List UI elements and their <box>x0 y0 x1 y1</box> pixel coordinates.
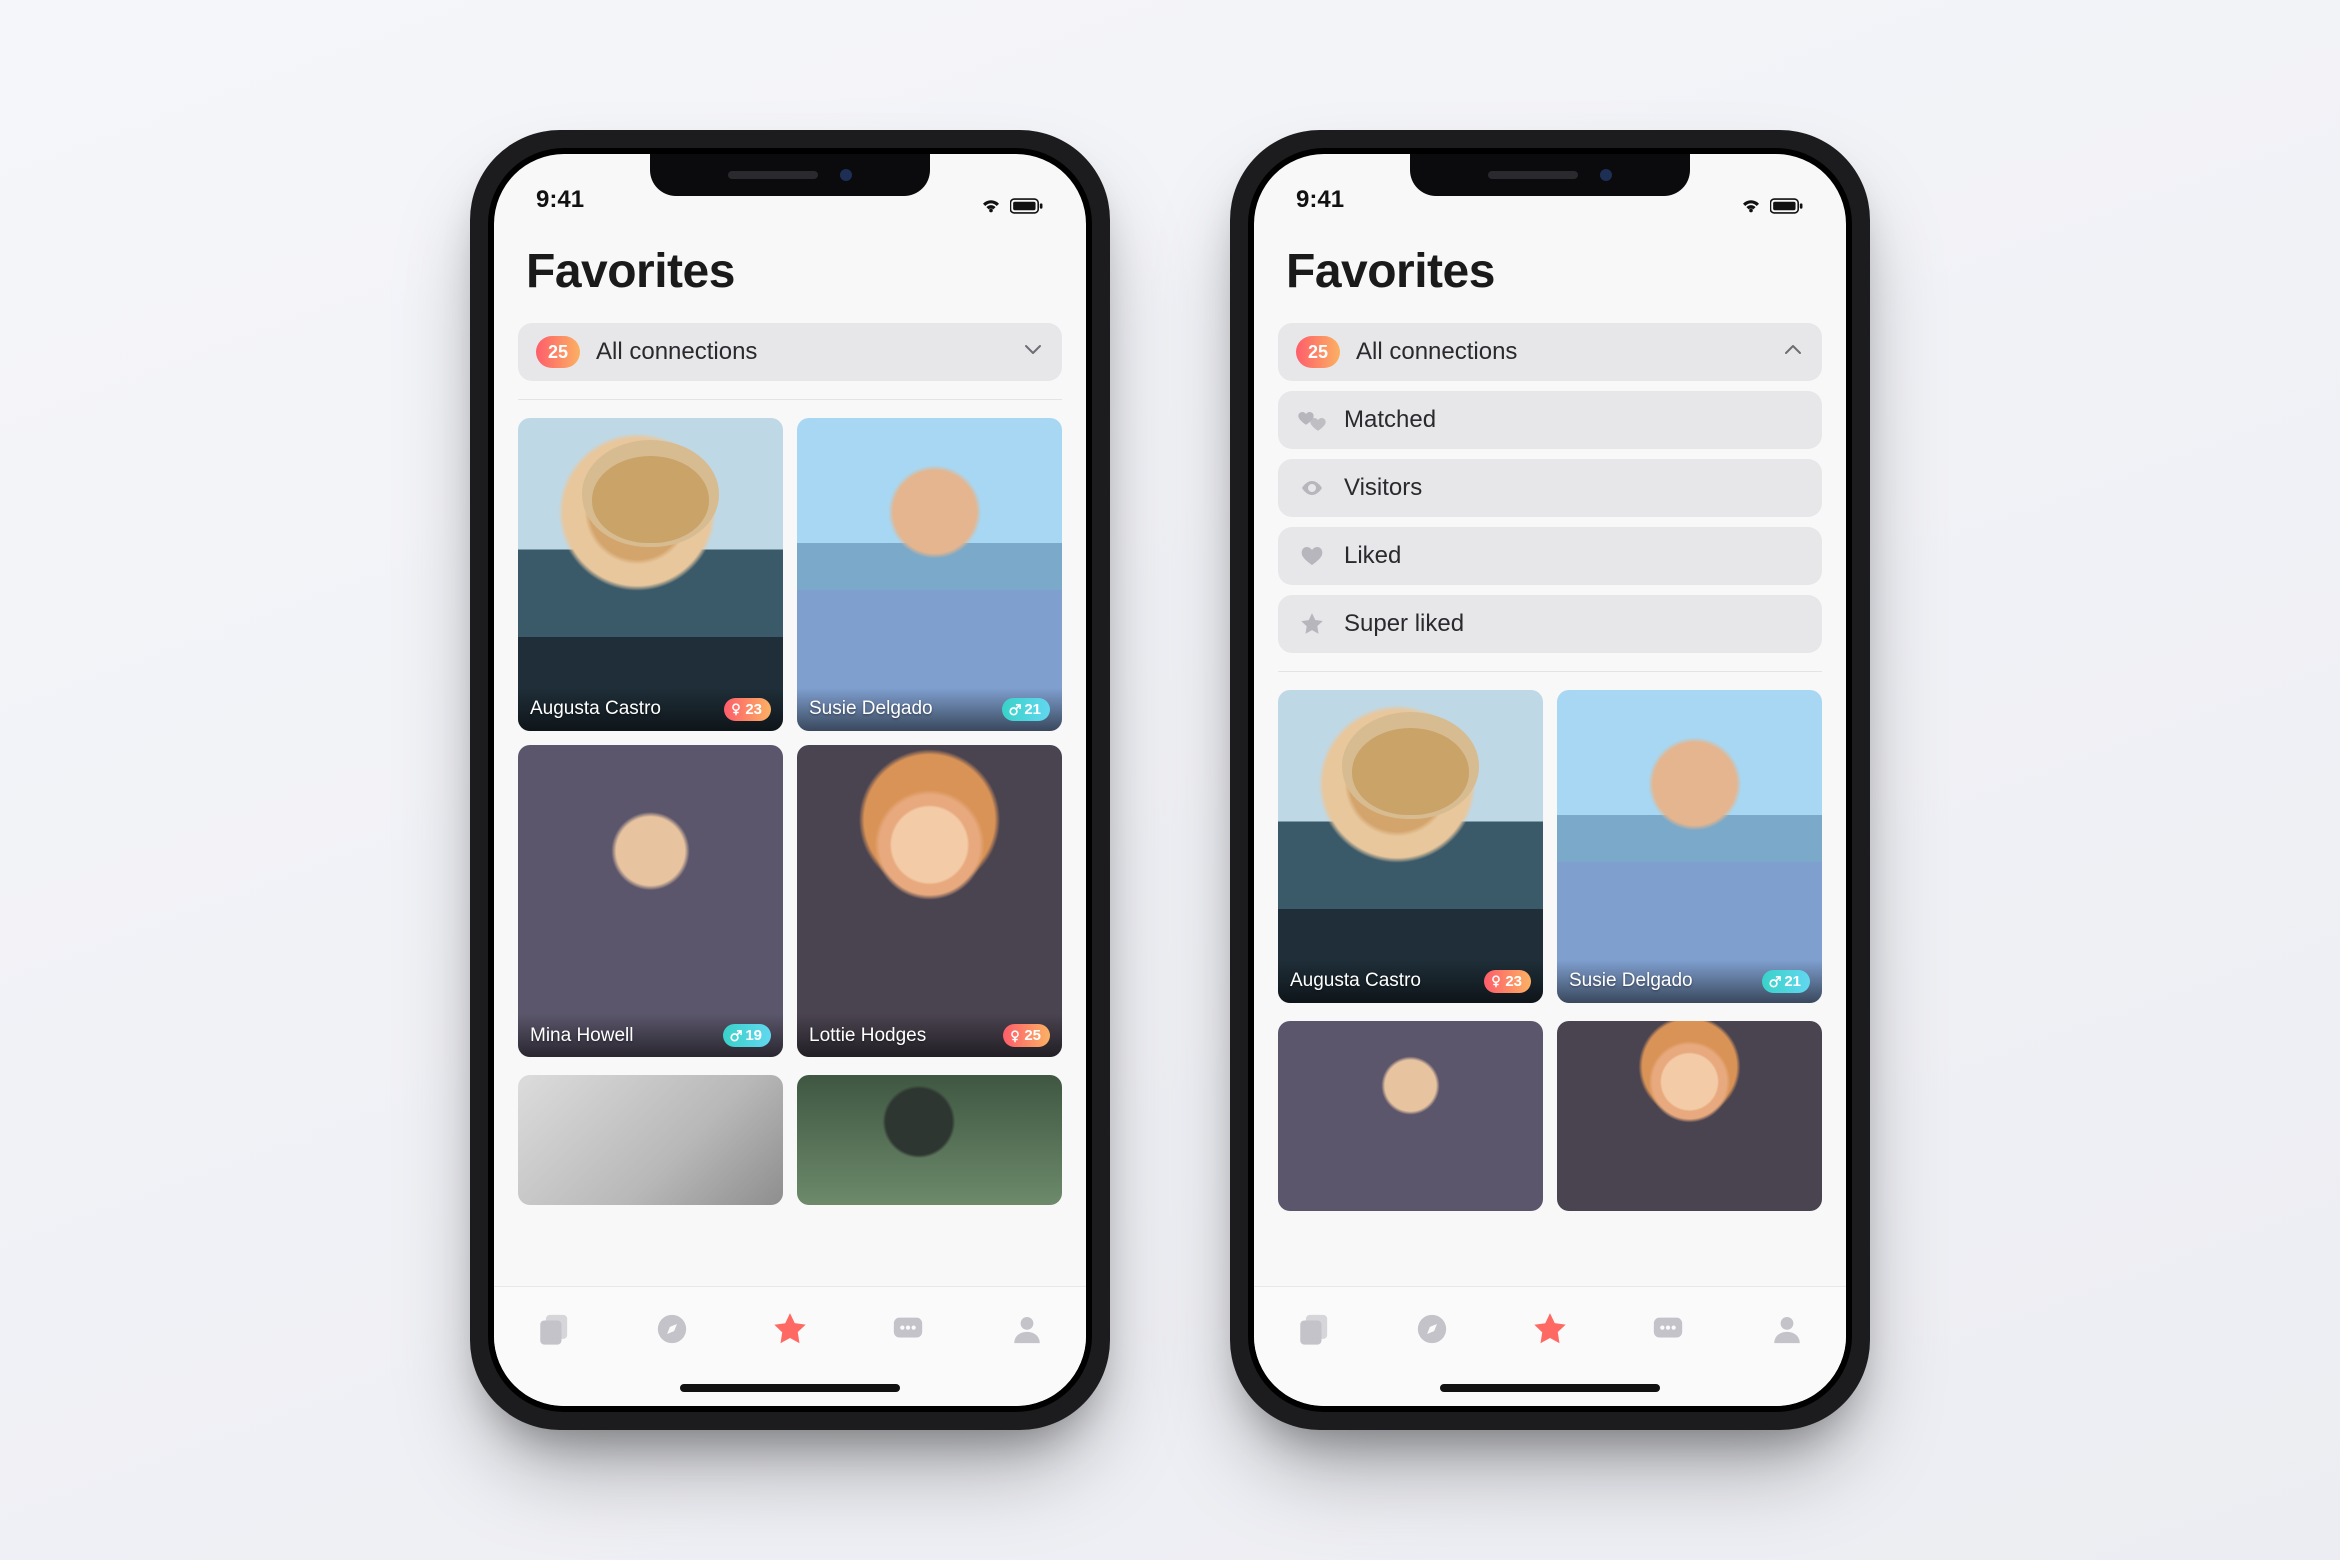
venus-icon <box>730 702 742 716</box>
status-time: 9:41 <box>536 186 584 214</box>
wifi-icon <box>1740 198 1762 214</box>
age-badge: 19 <box>723 1024 771 1047</box>
age-badge: 25 <box>1003 1024 1050 1047</box>
mars-icon <box>1008 703 1021 716</box>
filter-option-label: Visitors <box>1344 474 1804 502</box>
person-card[interactable] <box>797 1075 1062 1205</box>
filter-selected-label: All connections <box>596 338 1006 366</box>
battery-icon <box>1770 198 1804 214</box>
venus-icon <box>1009 1029 1021 1043</box>
person-card[interactable]: Augusta Castro 23 <box>1278 690 1543 1003</box>
hearts-icon <box>1296 408 1328 432</box>
profile-tab[interactable] <box>1001 1305 1053 1357</box>
stack-icon <box>536 1312 570 1351</box>
age-badge: 21 <box>1002 698 1050 721</box>
person-card[interactable]: Augusta Castro 23 <box>518 418 783 731</box>
age-badge: 21 <box>1762 970 1810 993</box>
stack-icon <box>1296 1312 1330 1351</box>
people-grid: Augusta Castro 23 Susie Delgado 21 <box>518 414 1062 1057</box>
filter-option-label: Super liked <box>1344 610 1804 638</box>
people-grid: Augusta Castro 23 Susie Delgado 21 <box>1278 686 1822 1003</box>
device-notch <box>1410 154 1690 196</box>
mars-icon <box>729 1029 742 1042</box>
age-badge: 23 <box>1484 970 1531 993</box>
favorites-tab[interactable] <box>764 1305 816 1357</box>
star-icon <box>1531 1310 1569 1353</box>
person-icon <box>1770 1312 1804 1351</box>
chat-icon <box>891 1312 925 1351</box>
compass-icon <box>1415 1312 1449 1351</box>
chevron-down-icon <box>1022 340 1044 365</box>
chat-tab[interactable] <box>1642 1305 1694 1357</box>
filter-selected-label: All connections <box>1356 338 1766 366</box>
person-name: Augusta Castro <box>530 698 661 720</box>
wifi-icon <box>980 198 1002 214</box>
home-indicator[interactable] <box>680 1384 900 1392</box>
filter-count-badge: 25 <box>1296 336 1340 368</box>
person-card[interactable] <box>1557 1021 1822 1211</box>
mars-icon <box>1768 975 1781 988</box>
heart-icon <box>1296 544 1328 568</box>
favorites-tab[interactable] <box>1524 1305 1576 1357</box>
person-card[interactable]: Susie Delgado 21 <box>797 418 1062 731</box>
phone-mockup-open: 9:41 Favorites 25 All connections Matche… <box>1230 130 1870 1430</box>
eye-icon <box>1296 476 1328 500</box>
chevron-up-icon <box>1782 340 1804 365</box>
star-icon <box>771 1310 809 1353</box>
filter-section: 25 All connections <box>518 323 1062 400</box>
person-name: Susie Delgado <box>1569 970 1693 992</box>
phone-mockup-closed: 9:41 Favorites 25 All connections August… <box>470 130 1110 1430</box>
filter-option-visitors[interactable]: Visitors <box>1278 459 1822 517</box>
device-notch <box>650 154 930 196</box>
people-grid-overflow <box>1278 1017 1822 1211</box>
person-name: Susie Delgado <box>809 698 933 720</box>
filter-option-label: Liked <box>1344 542 1804 570</box>
person-card[interactable]: Susie Delgado 21 <box>1557 690 1822 1003</box>
venus-icon <box>1490 974 1502 988</box>
filter-option-label: Matched <box>1344 406 1804 434</box>
person-card[interactable] <box>518 1075 783 1205</box>
page-title: Favorites <box>1286 244 1814 299</box>
chat-tab[interactable] <box>882 1305 934 1357</box>
person-name: Augusta Castro <box>1290 970 1421 992</box>
status-time: 9:41 <box>1296 186 1344 214</box>
person-card[interactable]: Lottie Hodges 25 <box>797 745 1062 1058</box>
filter-count-badge: 25 <box>536 336 580 368</box>
battery-icon <box>1010 198 1044 214</box>
filter-dropdown[interactable]: 25 All connections <box>518 323 1062 381</box>
cards-tab[interactable] <box>527 1305 579 1357</box>
explore-tab[interactable] <box>646 1305 698 1357</box>
page-title: Favorites <box>526 244 1054 299</box>
person-icon <box>1010 1312 1044 1351</box>
person-card[interactable] <box>1278 1021 1543 1211</box>
filter-section: 25 All connections Matched Visitors Like… <box>1278 323 1822 672</box>
filter-option-superliked[interactable]: Super liked <box>1278 595 1822 653</box>
person-name: Mina Howell <box>530 1025 633 1047</box>
compass-icon <box>655 1312 689 1351</box>
filter-option-matched[interactable]: Matched <box>1278 391 1822 449</box>
age-badge: 23 <box>724 698 771 721</box>
profile-tab[interactable] <box>1761 1305 1813 1357</box>
home-indicator[interactable] <box>1440 1384 1660 1392</box>
star-icon <box>1296 611 1328 637</box>
filter-option-liked[interactable]: Liked <box>1278 527 1822 585</box>
person-card[interactable]: Mina Howell 19 <box>518 745 783 1058</box>
explore-tab[interactable] <box>1406 1305 1458 1357</box>
chat-icon <box>1651 1312 1685 1351</box>
cards-tab[interactable] <box>1287 1305 1339 1357</box>
person-name: Lottie Hodges <box>809 1025 926 1047</box>
filter-dropdown[interactable]: 25 All connections <box>1278 323 1822 381</box>
people-grid-overflow <box>518 1071 1062 1205</box>
